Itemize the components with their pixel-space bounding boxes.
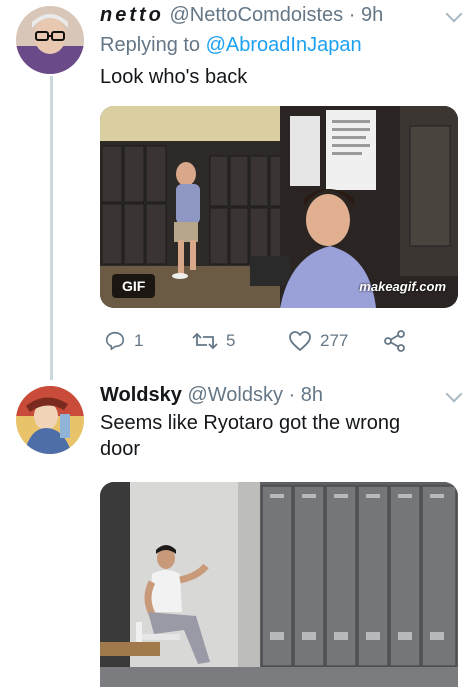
tweet2-text-line1: Seems like Ryotaro got the wrong bbox=[100, 412, 401, 434]
tweet2-handle[interactable]: @Woldsky bbox=[187, 384, 283, 406]
tweet1-header: netto @NettoComdoistes · 9h bbox=[100, 4, 383, 27]
like-button[interactable]: 277 bbox=[288, 330, 348, 352]
tweet2-text-line2: door bbox=[100, 438, 141, 460]
reply-button[interactable]: 1 bbox=[104, 330, 143, 352]
tweet2-image-media[interactable] bbox=[100, 482, 458, 687]
chevron-down-icon[interactable] bbox=[445, 5, 463, 23]
like-icon bbox=[288, 330, 312, 352]
tweet2-display-name[interactable]: Woldsky bbox=[100, 384, 182, 406]
share-icon bbox=[384, 330, 406, 352]
avatar-netto[interactable] bbox=[16, 6, 84, 74]
tweet1-handle[interactable]: @NettoComdoistes bbox=[169, 4, 343, 26]
reply-prefix: Replying to bbox=[100, 34, 201, 56]
share-button[interactable] bbox=[384, 330, 406, 352]
retweet-count: 5 bbox=[226, 331, 236, 350]
retweet-button[interactable]: 5 bbox=[192, 330, 235, 352]
avatar-woldsky[interactable] bbox=[16, 386, 84, 454]
tweet1-separator: · bbox=[348, 4, 356, 26]
chevron-down-icon[interactable] bbox=[445, 385, 463, 403]
tweet2-header: Woldsky @Woldsky · 8h bbox=[100, 384, 323, 407]
tweet1-display-name[interactable]: netto bbox=[100, 4, 164, 26]
like-count: 277 bbox=[320, 331, 349, 350]
reply-handle-link[interactable]: @AbroadInJapan bbox=[206, 34, 362, 56]
reply-context: Replying to @AbroadInJapan bbox=[100, 34, 362, 57]
tweet2-text: Seems like Ryotaro got the wrong door bbox=[100, 410, 400, 462]
tweet1-action-bar: 1 5 277 bbox=[100, 330, 420, 358]
reply-count: 1 bbox=[134, 331, 144, 350]
retweet-icon bbox=[192, 330, 218, 352]
tweet2-time[interactable]: 8h bbox=[301, 384, 323, 406]
reply-icon bbox=[104, 330, 126, 352]
tweet1-time[interactable]: 9h bbox=[361, 4, 383, 26]
tweet1-text: Look who's back bbox=[100, 66, 248, 88]
gif-badge: GIF bbox=[112, 274, 156, 298]
makeagif-watermark: makeagif.com bbox=[359, 279, 446, 294]
thread-connector-line bbox=[50, 76, 53, 380]
tweet2-separator: · bbox=[288, 384, 296, 406]
tweet1-gif-media[interactable]: GIF makeagif.com bbox=[100, 106, 458, 308]
